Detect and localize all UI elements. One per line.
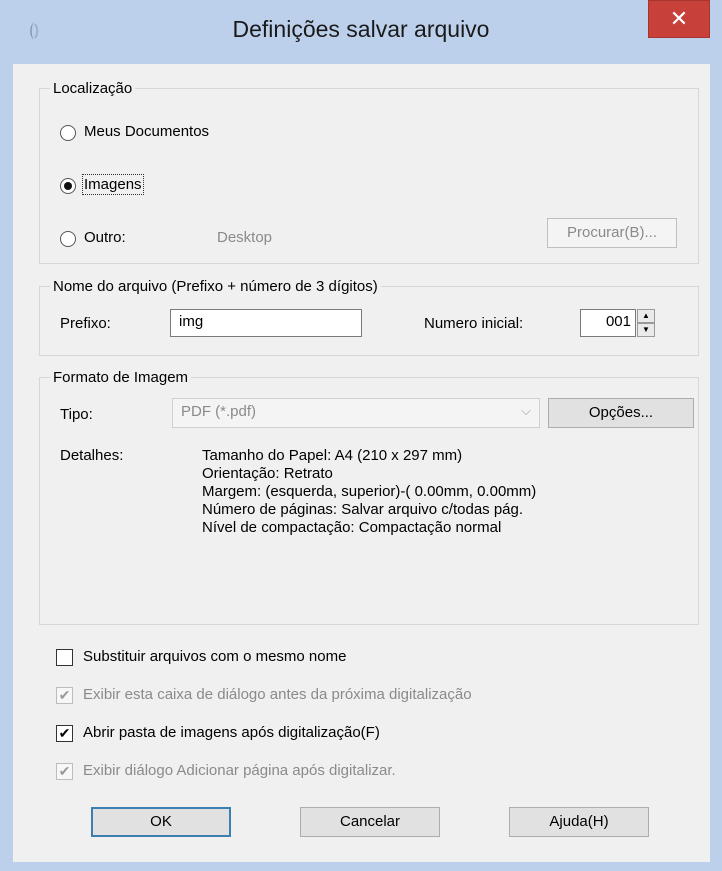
location-group: Localização Meus Documentos Imagens Outr…: [39, 80, 699, 264]
options-button[interactable]: Opções...: [548, 398, 694, 428]
filename-group-label: Nome do arquivo (Prefixo + número de 3 d…: [50, 278, 381, 295]
prefix-input[interactable]: img: [170, 309, 362, 337]
open-folder-checkbox-label[interactable]: Abrir pasta de imagens após digitalizaçã…: [83, 724, 380, 741]
help-button[interactable]: Ajuda(H): [509, 807, 649, 837]
window-title: Definições salvar arquivo: [232, 16, 490, 42]
detail-margin: Margem: (esquerda, superior)-( 0.00mm, 0…: [202, 483, 537, 500]
format-group: Formato de Imagem Tipo: PDF (*.pdf) ⌵ Op…: [39, 369, 699, 625]
start-number-spinner[interactable]: ▲ ▼: [637, 309, 655, 339]
start-number-input[interactable]: 001: [580, 309, 636, 337]
ok-button[interactable]: OK: [91, 807, 231, 837]
overwrite-checkbox-label[interactable]: Substituir arquivos com o mesmo nome: [83, 648, 346, 665]
dialog-window: Definições salvar arquivo ✕ Localização …: [0, 0, 722, 871]
type-select-value: PDF (*.pdf): [181, 403, 257, 420]
detail-paper-size: Tamanho do Papel: A4 (210 x 297 mm): [202, 447, 463, 464]
start-number-label: Numero inicial:: [424, 315, 524, 332]
radio-imagens-label[interactable]: Imagens: [82, 174, 144, 195]
title-bar: Definições salvar arquivo ✕: [0, 0, 722, 64]
radio-imagens[interactable]: [60, 178, 76, 194]
detail-compression: Nível de compactação: Compactação normal: [202, 519, 502, 536]
cancel-button[interactable]: Cancelar: [300, 807, 440, 837]
type-label: Tipo:: [60, 406, 93, 423]
radio-outro-label[interactable]: Outro:: [84, 229, 126, 246]
chevron-down-icon: ⌵: [521, 403, 531, 418]
show-dialog-checkbox-label[interactable]: Exibir esta caixa de diálogo antes da pr…: [83, 686, 472, 703]
details-text: Tamanho do Papel: A4 (210 x 297 mm) Orie…: [202, 447, 536, 537]
filename-group: Nome do arquivo (Prefixo + número de 3 d…: [39, 278, 699, 356]
open-folder-checkbox[interactable]: ✔: [56, 725, 73, 742]
type-select[interactable]: PDF (*.pdf) ⌵: [172, 398, 540, 428]
prefix-label: Prefixo:: [60, 315, 111, 332]
overwrite-checkbox[interactable]: [56, 649, 73, 666]
browse-button[interactable]: Procurar(B)...: [547, 218, 677, 248]
spin-up-icon[interactable]: ▲: [637, 309, 655, 323]
add-page-dialog-checkbox[interactable]: ✔: [56, 763, 73, 780]
detail-orientation: Orientação: Retrato: [202, 465, 333, 482]
radio-meus-documentos-label[interactable]: Meus Documentos: [84, 123, 209, 140]
location-group-label: Localização: [50, 80, 136, 97]
radio-outro[interactable]: [60, 231, 76, 247]
close-icon[interactable]: ✕: [648, 0, 710, 38]
detail-page-count: Número de páginas: Salvar arquivo c/toda…: [202, 501, 524, 518]
spin-down-icon[interactable]: ▼: [637, 323, 655, 337]
show-dialog-checkbox[interactable]: ✔: [56, 687, 73, 704]
details-label: Detalhes:: [60, 447, 124, 464]
add-page-dialog-checkbox-label[interactable]: Exibir diálogo Adicionar página após dig…: [83, 762, 396, 779]
format-group-label: Formato de Imagem: [50, 369, 192, 386]
radio-meus-documentos[interactable]: [60, 125, 76, 141]
other-path-value: Desktop: [217, 229, 273, 246]
dialog-content: Localização Meus Documentos Imagens Outr…: [13, 64, 710, 862]
